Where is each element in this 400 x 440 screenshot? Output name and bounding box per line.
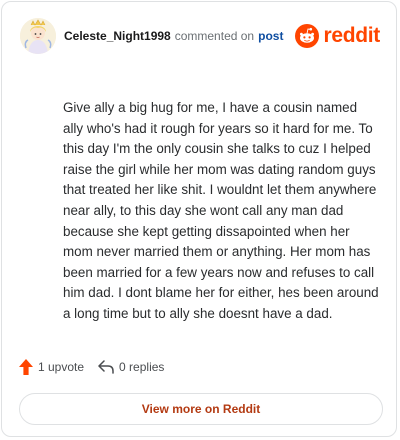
- reddit-snoo-icon: [295, 24, 320, 48]
- upvote-count: 1 upvote: [38, 360, 85, 374]
- reply-count: 0 replies: [119, 360, 165, 374]
- reddit-logo[interactable]: reddit: [295, 24, 380, 48]
- reply-arrow-icon: [98, 360, 114, 374]
- comment-actions: 1 upvote 0 replies: [19, 359, 164, 375]
- post-link[interactable]: post: [258, 29, 283, 43]
- view-more-on-reddit-button[interactable]: View more on Reddit: [19, 393, 383, 425]
- embedded-comment-card: Celeste_Night1998 commented on post redd…: [1, 1, 397, 437]
- user-avatar[interactable]: [20, 18, 56, 54]
- comment-text: Give ally a big hug for me, I have a cou…: [63, 100, 379, 321]
- avatar-illustration: [20, 18, 56, 54]
- replies-button[interactable]: 0 replies: [98, 360, 164, 374]
- comment-meta: Celeste_Night1998 commented on post: [64, 29, 283, 43]
- comment-header: Celeste_Night1998 commented on post redd…: [20, 16, 380, 56]
- commented-on-text: commented on: [174, 29, 255, 43]
- upvote-button[interactable]: 1 upvote: [19, 359, 84, 375]
- upvote-arrow-icon: [19, 359, 33, 375]
- username-link[interactable]: Celeste_Night1998: [64, 29, 171, 43]
- reddit-wordmark: reddit: [323, 24, 380, 47]
